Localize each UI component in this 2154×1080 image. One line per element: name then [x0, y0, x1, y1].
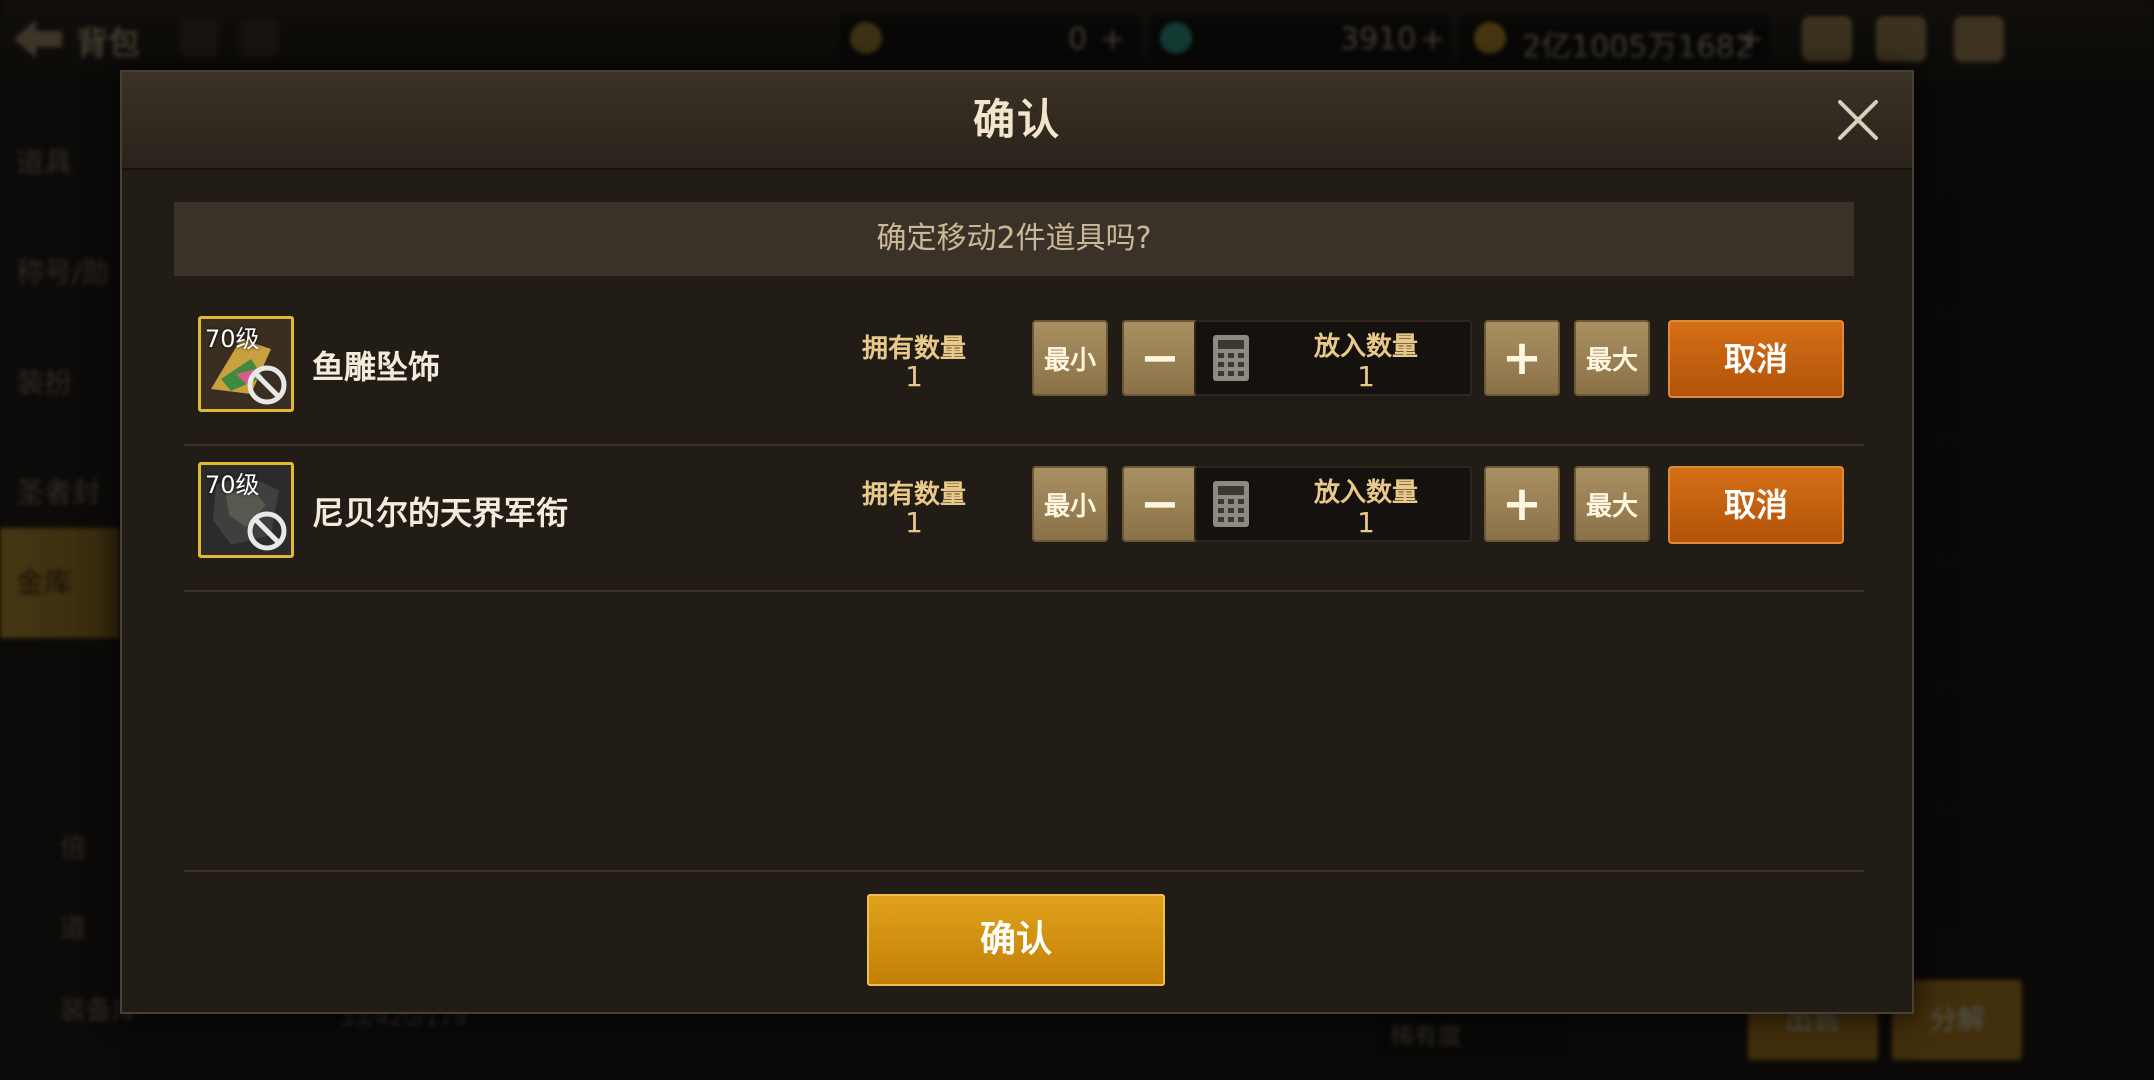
item-icon-fish-pendant[interactable]: 70级 — [198, 316, 294, 412]
calculator-icon[interactable] — [1212, 334, 1250, 382]
footer-divider — [184, 870, 1864, 872]
item-name: 鱼雕坠饰 — [312, 348, 441, 386]
put-quantity-value: 1 — [1357, 506, 1375, 539]
decrease-button[interactable]: − — [1122, 466, 1198, 542]
put-quantity-label: 放入数量 — [1313, 332, 1418, 362]
item-level: 70级 — [205, 325, 260, 353]
quantity-input[interactable]: 放入数量 1 — [1194, 466, 1472, 542]
item-row: 70级 鱼雕坠饰 拥有数量 1 最小 − 放入数量 1 + 最大 取消 — [184, 298, 1864, 446]
dialog-prompt: 确定移动2件道具吗? — [174, 202, 1854, 276]
item-level: 70级 — [205, 471, 260, 499]
max-button[interactable]: 最大 — [1574, 466, 1650, 542]
put-quantity-value: 1 — [1357, 360, 1375, 393]
prohibited-icon — [247, 365, 287, 405]
cancel-button[interactable]: 取消 — [1668, 466, 1844, 544]
increase-button[interactable]: + — [1484, 466, 1560, 542]
item-name: 尼贝尔的天界军衔 — [312, 494, 569, 532]
game-screen: 背包 0 + 3910 + 2亿1005万1682 + 道具 称号/勋 装扮 圣… — [0, 0, 2154, 1080]
put-quantity-label: 放入数量 — [1313, 478, 1418, 508]
dialog-title: 确认 — [972, 95, 1061, 144]
cancel-button[interactable]: 取消 — [1668, 320, 1844, 398]
own-quantity-value: 1 — [905, 506, 923, 539]
max-button[interactable]: 最大 — [1574, 320, 1650, 396]
quantity-input[interactable]: 放入数量 1 — [1194, 320, 1472, 396]
confirm-button[interactable]: 确认 — [867, 894, 1165, 986]
prohibited-icon — [247, 511, 287, 551]
min-button[interactable]: 最小 — [1032, 466, 1108, 542]
confirm-dialog: 确认 确定移动2件道具吗? 70级 鱼雕坠饰 拥有数量 1 最小 − 放入数量 … — [120, 70, 1914, 1014]
close-icon[interactable] — [1832, 94, 1884, 146]
min-button[interactable]: 最小 — [1032, 320, 1108, 396]
own-quantity-value: 1 — [905, 360, 923, 393]
decrease-button[interactable]: − — [1122, 320, 1198, 396]
dialog-header: 确认 — [122, 72, 1912, 170]
increase-button[interactable]: + — [1484, 320, 1560, 396]
item-row: 70级 尼贝尔的天界军衔 拥有数量 1 最小 − 放入数量 1 + 最大 取消 — [184, 444, 1864, 592]
item-icon-nibel-rank[interactable]: 70级 — [198, 462, 294, 558]
calculator-icon[interactable] — [1212, 480, 1250, 528]
